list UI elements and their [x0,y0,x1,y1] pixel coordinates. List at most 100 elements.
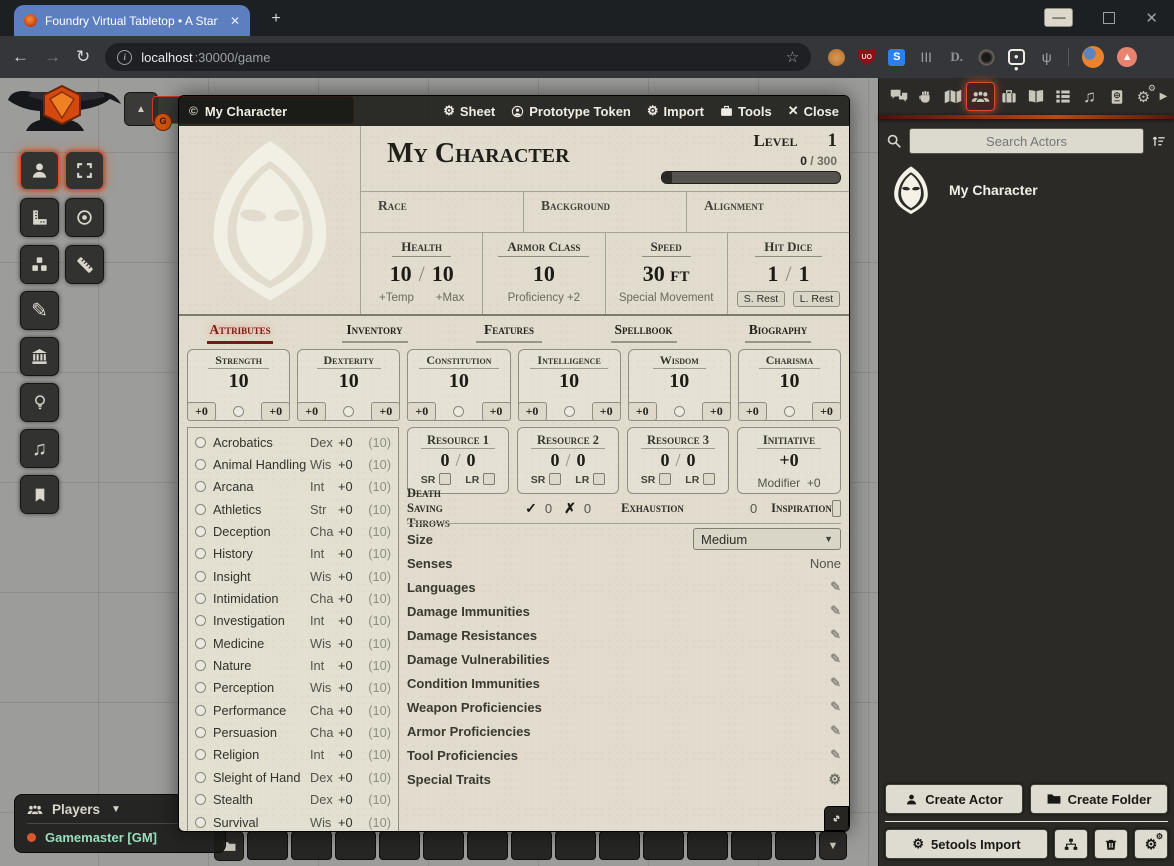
new-tab-button[interactable]: + [266,9,286,29]
skill-prof-toggle[interactable] [195,817,206,828]
ability-name[interactable]: Charisma [759,353,820,369]
hp-max[interactable]: 10 [432,261,454,286]
initiative-value[interactable]: +0 [738,450,840,471]
macro-slot[interactable] [731,831,772,860]
target-tokens-button[interactable] [65,198,104,237]
skill-name[interactable]: Stealth [213,792,310,807]
inspiration-checkbox[interactable] [832,500,841,517]
macro-slot[interactable] [555,831,596,860]
skill-prof-toggle[interactable] [195,437,206,448]
skill-prof-toggle[interactable] [195,794,206,805]
hotbar-page-down-button[interactable]: ▼ [819,831,847,860]
skill-name[interactable]: Performance [213,703,310,718]
ability-name[interactable]: Intelligence [530,353,607,369]
lr-checkbox[interactable] [593,473,605,485]
measure-distance-button[interactable] [65,245,104,284]
drawing-controls-button[interactable]: ✎ [20,291,59,330]
macro-slot[interactable] [687,831,728,860]
macro-slot[interactable] [467,831,508,860]
search-actors-input[interactable] [909,128,1144,154]
save-proficiency-toggle[interactable] [564,406,575,417]
edit-icon[interactable]: ✎ [830,627,841,643]
save-proficiency-toggle[interactable] [453,406,464,417]
death-fail-value[interactable]: 0 [584,501,591,516]
grid-extension-icon[interactable]: ||| [918,49,935,66]
select-tokens-button[interactable] [65,151,104,190]
lighting-controls-button[interactable] [20,383,59,422]
resource-label[interactable]: Resource 2 [531,433,605,449]
ability-score[interactable]: 10 [298,370,399,393]
short-rest-button[interactable]: S. Rest [737,291,785,307]
token-controls-button[interactable] [20,151,59,190]
edit-icon[interactable]: ✎ [830,603,841,619]
ability-check-mod[interactable]: +0 [261,402,290,421]
size-select[interactable]: Medium▼ [693,528,841,550]
ability-check-mod[interactable]: +0 [482,402,511,421]
profile-avatar[interactable] [1082,46,1104,68]
skill-name[interactable]: Religion [213,747,310,762]
macro-slot[interactable] [643,831,684,860]
skill-prof-toggle[interactable] [195,548,206,559]
tab-playlists[interactable]: ♫ [1076,83,1103,110]
skill-name[interactable]: Insight [213,569,310,584]
note-controls-button[interactable] [20,475,59,514]
skill-prof-toggle[interactable] [195,504,206,515]
lens-extension-icon[interactable] [978,49,995,66]
edit-icon[interactable]: ✎ [830,675,841,691]
ability-name[interactable]: Dexterity [317,353,381,369]
xp-text[interactable]: 0 / 300 [800,154,837,168]
tab-tables[interactable] [1049,83,1076,110]
tab-features[interactable]: Features [476,321,542,343]
edit-icon[interactable]: ✎ [830,651,841,667]
window-header[interactable]: © My Character ⚙Sheet Prototype Token ⚙I… [179,96,849,126]
save-proficiency-toggle[interactable] [233,406,244,417]
tab-settings[interactable]: ⚙⚙ [1130,83,1157,110]
box-extension-icon[interactable]: ● ● [1008,49,1025,65]
sort-filter-icon[interactable] [1151,134,1167,149]
edit-icon[interactable]: ✎ [830,579,841,595]
stylus-extension-icon[interactable]: S [888,49,905,66]
delete-button[interactable] [1094,829,1128,859]
special-movement-label[interactable]: Special Movement [606,292,727,304]
ability-name[interactable]: Strength [208,353,269,369]
skill-prof-toggle[interactable] [195,593,206,604]
hp-temp-label[interactable]: +Temp [379,292,414,304]
sr-checkbox[interactable] [659,473,671,485]
skill-prof-toggle[interactable] [195,705,206,716]
speed-value[interactable]: 30 ft [643,261,690,286]
skill-prof-toggle[interactable] [195,638,206,649]
edit-icon[interactable]: ✎ [830,747,841,763]
ability-save-mod[interactable]: +0 [297,402,326,421]
window-resize-handle[interactable] [824,806,849,831]
save-proficiency-toggle[interactable] [784,406,795,417]
skill-name[interactable]: Arcana [213,479,310,494]
macro-slot[interactable] [423,831,464,860]
sidebar-collapse-button[interactable]: ▶ [1157,91,1170,102]
skill-name[interactable]: Sleight of Hand [213,770,310,785]
hd-max[interactable]: 1 [798,261,809,286]
level-value[interactable]: 1 [828,130,838,152]
macro-slot[interactable] [335,831,376,860]
sheet-config-button[interactable]: ⚙Sheet [443,103,495,119]
skill-name[interactable]: Nature [213,658,310,673]
configure-button[interactable]: ⚙⚙ [1134,829,1168,859]
tools-button[interactable]: Tools [720,104,772,119]
tile-controls-button[interactable] [20,245,59,284]
tab-combat[interactable] [912,83,939,110]
ability-name[interactable]: Wisdom [653,353,706,369]
trait-senses[interactable]: Senses None [407,551,841,575]
ability-score[interactable]: 10 [188,370,289,393]
ability-save-mod[interactable]: +0 [628,402,657,421]
skill-prof-toggle[interactable] [195,526,206,537]
skill-name[interactable]: Athletics [213,502,310,517]
ability-check-mod[interactable]: +0 [371,402,400,421]
macro-slot[interactable] [599,831,640,860]
back-button[interactable]: ← [12,47,29,67]
create-folder-button[interactable]: Create Folder [1030,784,1168,814]
skill-prof-toggle[interactable] [195,615,206,626]
macro-slot[interactable] [247,831,288,860]
tab-actors[interactable] [966,82,995,111]
browser-tab[interactable]: Foundry Virtual Tabletop • A Stan ✕ [14,5,250,36]
alignment-field[interactable]: Alignment [686,192,849,232]
macro-slot[interactable] [775,831,816,860]
